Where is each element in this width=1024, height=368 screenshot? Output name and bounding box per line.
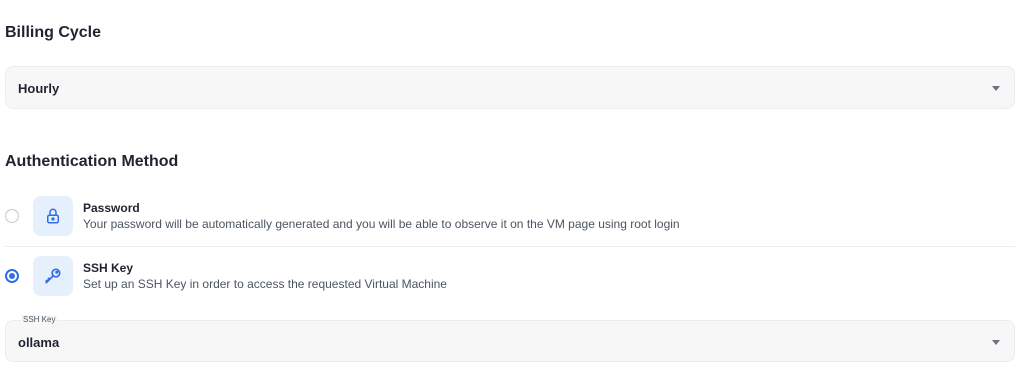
- ssh-key-field-label: SSH Key: [21, 315, 58, 324]
- lock-icon: [33, 196, 73, 236]
- password-radio[interactable]: [5, 209, 19, 223]
- authentication-method-title: Authentication Method: [5, 153, 179, 170]
- ssh-key-select[interactable]: SSH Key ollama: [5, 315, 1015, 362]
- ssh-key-option-title: SSH Key: [83, 261, 134, 275]
- ssh-key-option-description: Set up an SSH Key in order to access the…: [83, 277, 447, 291]
- password-option-title: Password: [83, 201, 140, 215]
- billing-cycle-title: Billing Cycle: [5, 24, 102, 41]
- chevron-down-icon[interactable]: [992, 340, 1000, 345]
- billing-cycle-select[interactable]: Hourly: [5, 66, 1015, 109]
- ssh-key-radio[interactable]: [5, 269, 19, 283]
- key-icon: [33, 256, 73, 296]
- auth-options-divider: [5, 246, 1015, 247]
- auth-option-password[interactable]: Password Your password will be automatic…: [5, 196, 1015, 244]
- password-option-description: Your password will be automatically gene…: [83, 217, 680, 231]
- ssh-key-value: ollama: [18, 335, 60, 350]
- chevron-down-icon[interactable]: [992, 86, 1000, 91]
- billing-cycle-value: Hourly: [18, 81, 60, 96]
- auth-option-ssh-key[interactable]: SSH Key Set up an SSH Key in order to ac…: [5, 256, 1015, 304]
